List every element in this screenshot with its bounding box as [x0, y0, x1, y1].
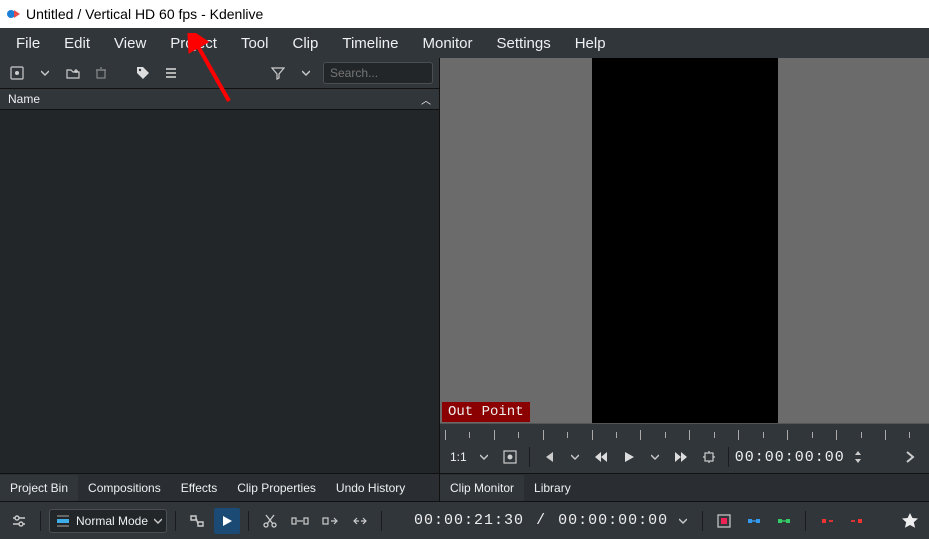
- favorite-icon[interactable]: [897, 508, 923, 534]
- menu-tool[interactable]: Tool: [229, 30, 281, 57]
- cut-icon[interactable]: [257, 508, 283, 534]
- tab-clip-properties[interactable]: Clip Properties: [227, 475, 326, 501]
- edit-mode-icon[interactable]: [696, 444, 722, 470]
- monitor-timecode[interactable]: 00:00:00:00: [735, 449, 845, 466]
- marker-red2-icon[interactable]: [844, 508, 870, 534]
- delete-clip-button[interactable]: [90, 60, 112, 86]
- tc-dropdown[interactable]: [672, 508, 694, 534]
- mode-label: Normal Mode: [76, 514, 148, 528]
- add-clip-button[interactable]: [6, 60, 28, 86]
- go-start-dropdown[interactable]: [564, 444, 586, 470]
- column-name: Name: [8, 92, 40, 106]
- menu-project[interactable]: Project: [158, 30, 229, 57]
- play-icon[interactable]: [616, 444, 642, 470]
- menubar: File Edit View Project Tool Clip Timelin…: [0, 28, 929, 58]
- rewind-icon[interactable]: [588, 444, 614, 470]
- window-title: Untitled / Vertical HD 60 fps - Kdenlive: [26, 6, 263, 22]
- chevron-down-icon: [154, 517, 162, 525]
- timecode-current[interactable]: 00:00:21:30: [414, 512, 524, 529]
- tc-spin-icon[interactable]: [847, 444, 869, 470]
- monitor-view[interactable]: Out Point: [440, 58, 929, 423]
- right-tabs: Clip Monitor Library: [440, 473, 929, 501]
- marker-red1-icon[interactable]: [814, 508, 840, 534]
- bin-toolbar: [0, 58, 439, 88]
- spacer-icon[interactable]: [287, 508, 313, 534]
- filter-dropdown[interactable]: [295, 60, 317, 86]
- menu-monitor[interactable]: Monitor: [410, 30, 484, 57]
- marker-green-icon[interactable]: [771, 508, 797, 534]
- edit-mode-select[interactable]: Normal Mode: [49, 509, 167, 533]
- tab-clip-monitor[interactable]: Clip Monitor: [440, 475, 524, 501]
- menu-view[interactable]: View: [102, 30, 158, 57]
- zone-color1-icon[interactable]: [711, 508, 737, 534]
- settings-slider-icon[interactable]: [6, 508, 32, 534]
- timecode-duration[interactable]: 00:00:00:00: [558, 512, 668, 529]
- menu-edit[interactable]: Edit: [52, 30, 102, 57]
- tag-icon[interactable]: [132, 60, 154, 86]
- monitor-frame: [592, 58, 778, 423]
- mode-icon: [56, 514, 70, 528]
- go-start-icon[interactable]: [536, 444, 562, 470]
- monitor-next-icon[interactable]: [897, 444, 923, 470]
- forward-icon[interactable]: [668, 444, 694, 470]
- filter-icon[interactable]: [267, 60, 289, 86]
- menu-help[interactable]: Help: [563, 30, 618, 57]
- insert-zone-icon[interactable]: [317, 508, 343, 534]
- monitor-scale-label[interactable]: 1:1: [446, 450, 471, 464]
- menu-clip[interactable]: Clip: [281, 30, 331, 57]
- add-clip-dropdown[interactable]: [34, 60, 56, 86]
- tab-effects[interactable]: Effects: [171, 475, 227, 501]
- overwrite-zone-icon[interactable]: [347, 508, 373, 534]
- menu-settings[interactable]: Settings: [485, 30, 563, 57]
- timecode-separator: /: [528, 512, 554, 529]
- window-titlebar: Untitled / Vertical HD 60 fps - Kdenlive: [0, 0, 929, 28]
- record-icon[interactable]: [497, 444, 523, 470]
- app-icon: [6, 6, 22, 22]
- left-tabs: Project Bin Compositions Effects Clip Pr…: [0, 473, 439, 501]
- monitor-ruler[interactable]: [440, 423, 929, 441]
- timeline-play-icon[interactable]: [214, 508, 240, 534]
- tab-compositions[interactable]: Compositions: [78, 475, 171, 501]
- create-folder-button[interactable]: [62, 60, 84, 86]
- menu-timeline[interactable]: Timeline: [330, 30, 410, 57]
- tab-undo-history[interactable]: Undo History: [326, 475, 415, 501]
- play-dropdown[interactable]: [644, 444, 666, 470]
- project-bin-panel: Name ︿ Project Bin Compositions Effects …: [0, 58, 440, 501]
- tab-library[interactable]: Library: [524, 475, 581, 501]
- monitor-panel: Out Point 1:1 00:00:00:00 Clip Monitor L…: [440, 58, 929, 501]
- hamburger-icon[interactable]: [160, 60, 182, 86]
- bin-body[interactable]: [0, 110, 439, 473]
- out-point-label: Out Point: [442, 402, 530, 422]
- sort-indicator-icon: ︿: [421, 92, 431, 107]
- composition-icon[interactable]: [184, 508, 210, 534]
- monitor-controls: 1:1 00:00:00:00: [440, 441, 929, 473]
- marker-blue-icon[interactable]: [741, 508, 767, 534]
- scale-dropdown[interactable]: [473, 444, 495, 470]
- menu-file[interactable]: File: [4, 30, 52, 57]
- bin-column-header[interactable]: Name ︿: [0, 88, 439, 110]
- tab-project-bin[interactable]: Project Bin: [0, 475, 78, 501]
- search-input[interactable]: [323, 62, 433, 84]
- timeline-toolbar: Normal Mode 00:00:21:30 / 00:00:00:00: [0, 501, 929, 539]
